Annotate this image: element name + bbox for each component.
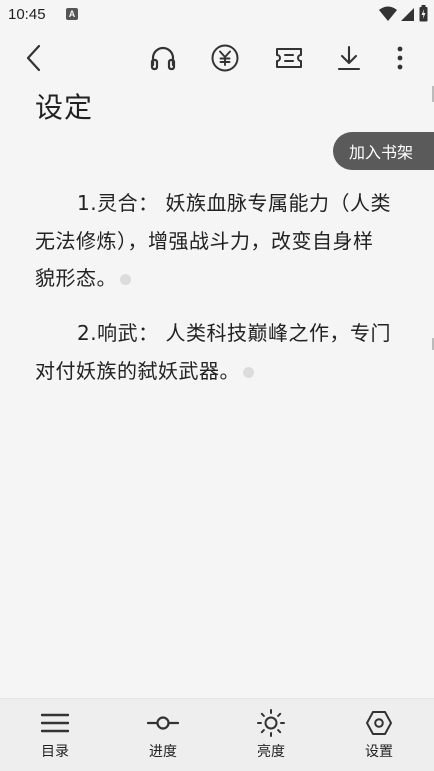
bottom-nav: 目录 进度 亮度 设置 [0, 698, 434, 771]
paragraph-text: 1.灵合： 妖族血脉专属能力（人类无法修炼），增强战斗力，改变自身样貌形态。 [35, 191, 391, 290]
paragraph-1: 1.灵合： 妖族血脉专属能力（人类无法修炼），增强战斗力，改变自身样貌形态。 [35, 185, 391, 298]
ticket-icon [276, 48, 302, 68]
nav-progress[interactable]: 进度 [123, 707, 203, 767]
battery-icon [419, 5, 428, 22]
reward-button[interactable] [205, 38, 245, 78]
download-button[interactable] [329, 38, 369, 78]
status-indicators [379, 5, 428, 22]
nav-settings[interactable]: 设置 [339, 707, 419, 767]
nav-label: 设置 [365, 744, 393, 760]
progress-icon [147, 716, 179, 730]
headphones-icon [150, 46, 176, 71]
wifi-icon [379, 6, 397, 21]
nav-catalog[interactable]: 目录 [15, 707, 95, 767]
reading-area[interactable]: 设定 加入书架 1.灵合： 妖族血脉专属能力（人类无法修炼），增强战斗力，改变自… [0, 84, 434, 698]
menu-list-icon [41, 713, 69, 733]
nav-label: 目录 [41, 744, 69, 760]
nav-label: 进度 [149, 744, 177, 760]
signal-icon [401, 7, 414, 21]
more-vertical-icon [397, 46, 403, 70]
notification-a-icon: A [66, 8, 78, 20]
download-icon [337, 45, 361, 71]
comment-dot-icon[interactable] [243, 366, 254, 378]
brightness-icon [257, 709, 285, 737]
paragraph-text: 2.响武： 人类科技巅峰之作，专门对付妖族的弑妖武器。 [35, 321, 391, 383]
ticket-button[interactable] [269, 38, 309, 78]
more-button[interactable] [380, 38, 420, 78]
yuan-coin-icon [211, 44, 239, 72]
listen-button[interactable] [143, 38, 183, 78]
status-bar: 10:45 A [0, 0, 434, 30]
chapter-title: 设定 [35, 91, 94, 124]
status-time: 10:45 [8, 6, 46, 23]
nav-brightness[interactable]: 亮度 [231, 707, 311, 767]
comment-dot-icon[interactable] [120, 274, 131, 285]
settings-icon [366, 711, 392, 735]
add-to-shelf-button[interactable]: 加入书架 [333, 132, 434, 170]
nav-label: 亮度 [257, 744, 285, 760]
paragraph-2: 2.响武： 人类科技巅峰之作，专门对付妖族的弑妖武器。 [35, 315, 391, 390]
back-button[interactable] [14, 38, 54, 78]
top-toolbar [0, 30, 434, 84]
back-arrow-icon [26, 44, 41, 72]
